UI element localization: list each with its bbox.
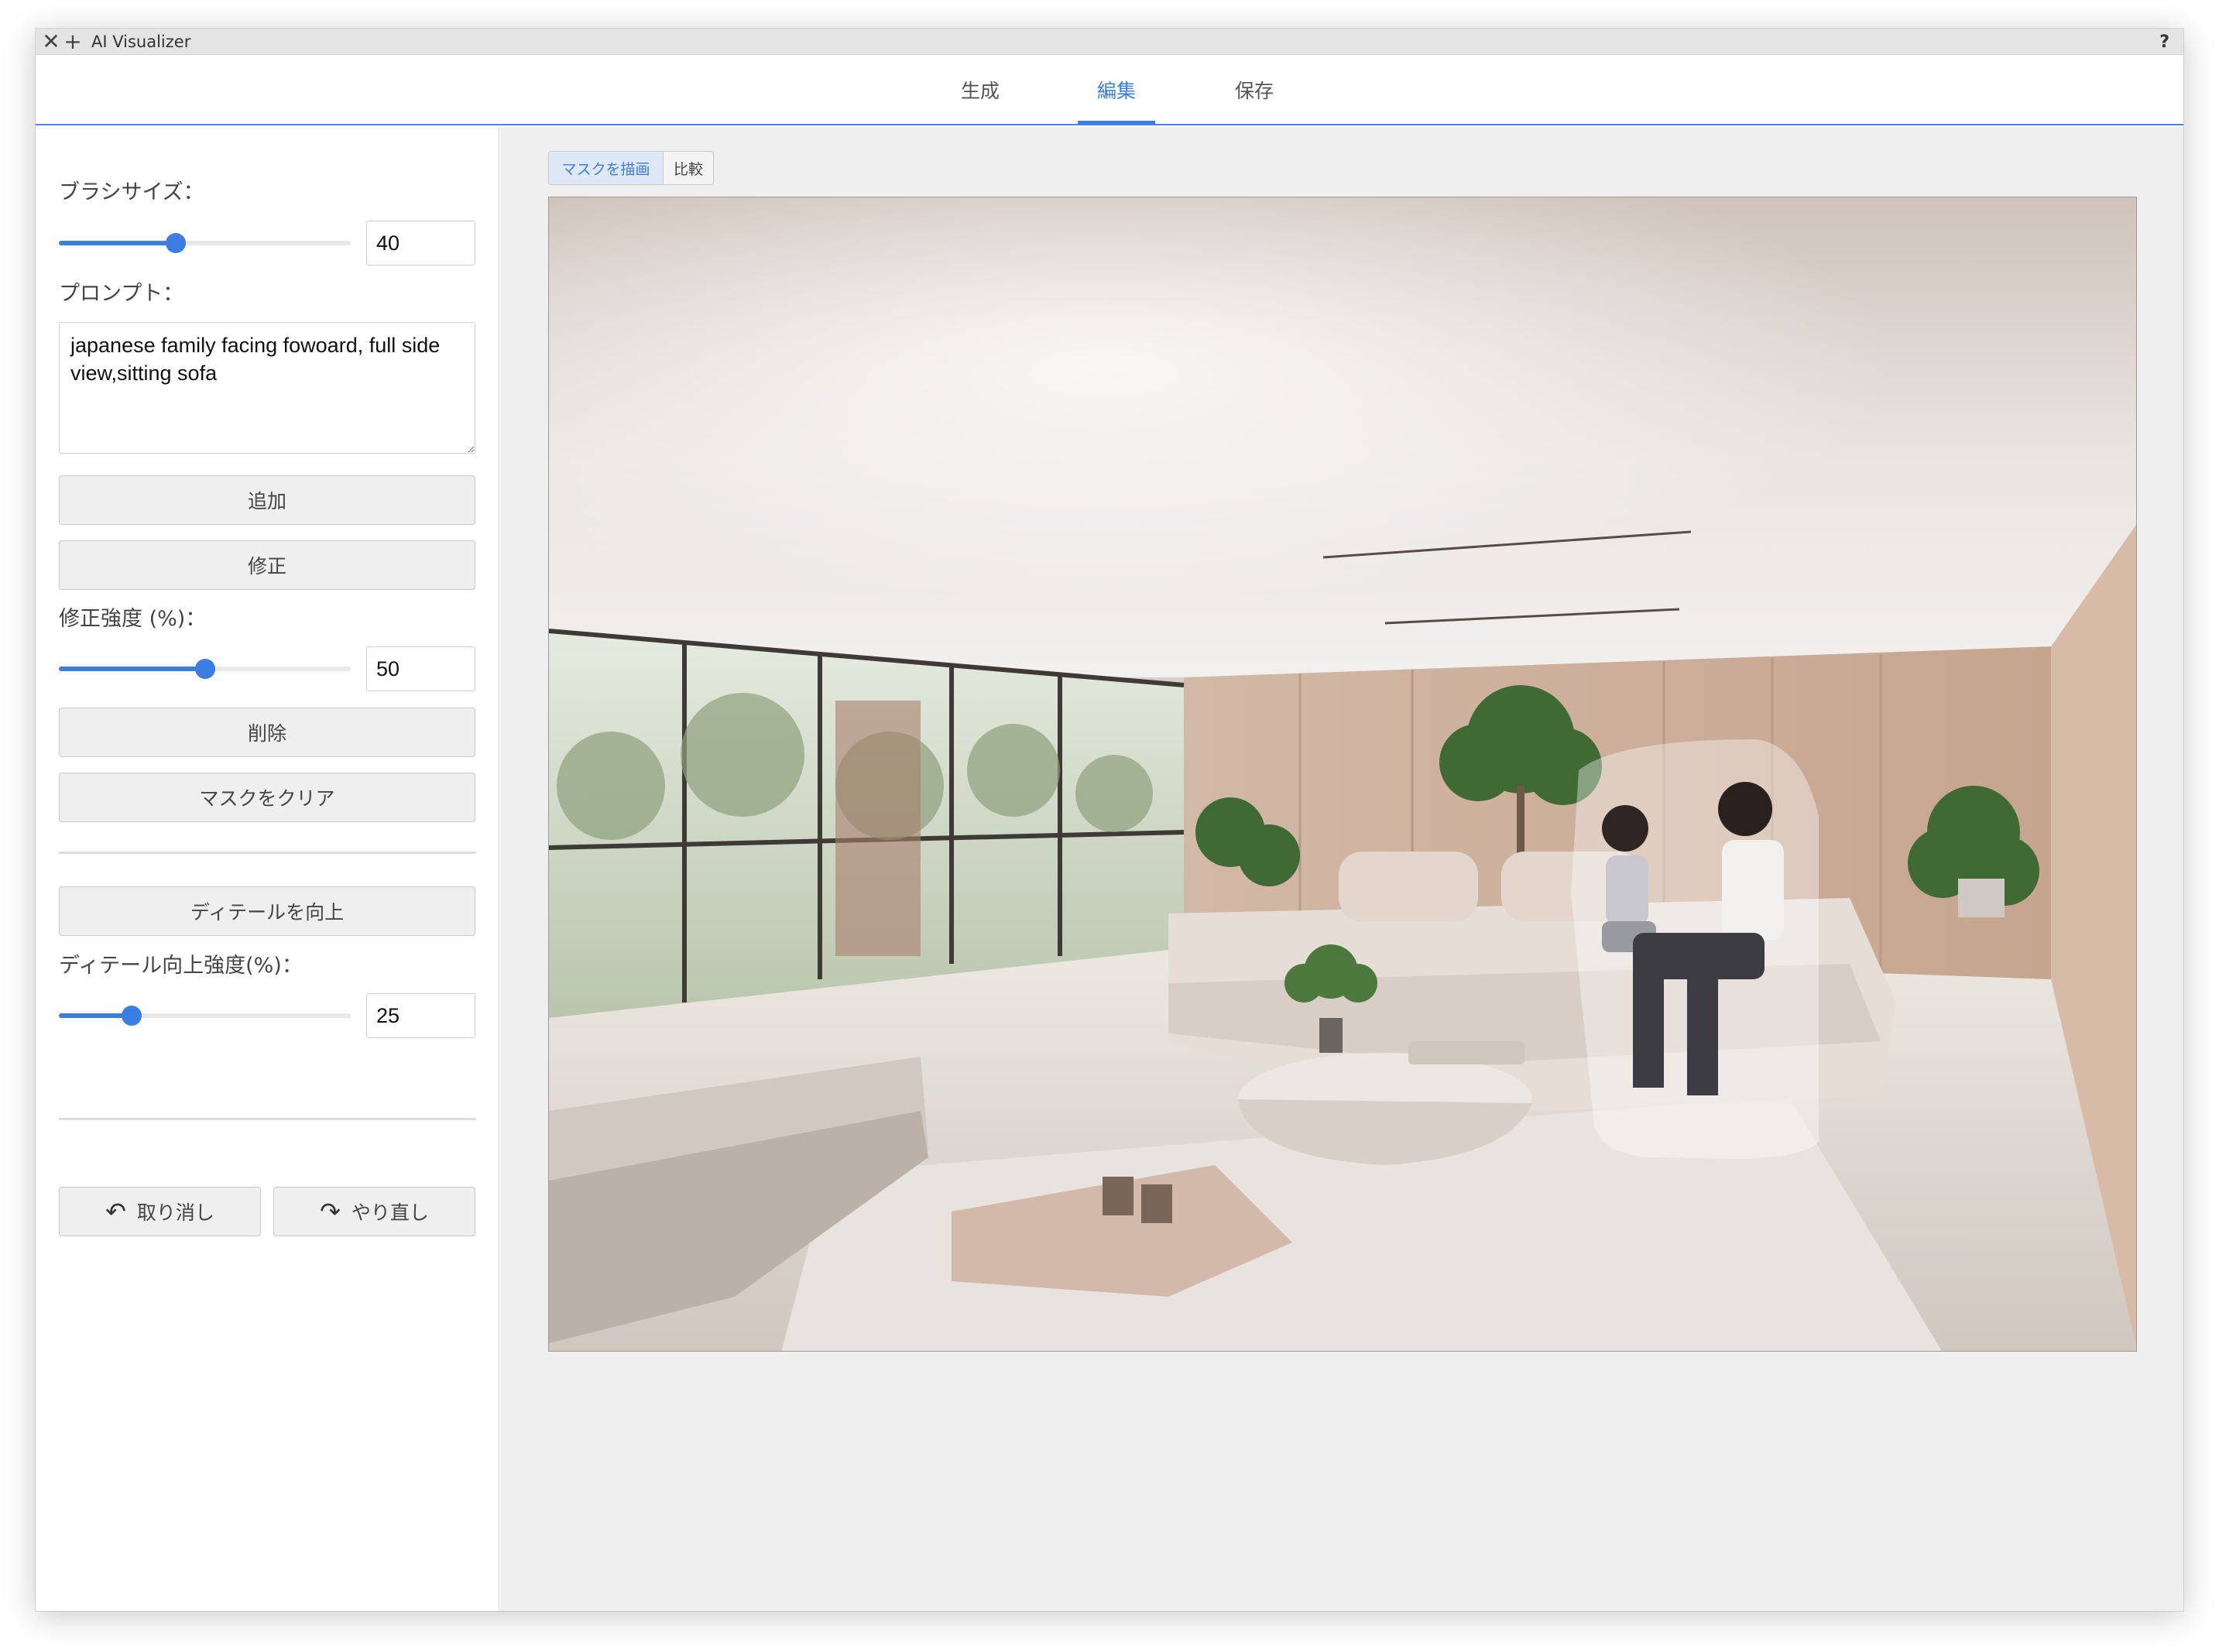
slider-thumb[interactable] bbox=[194, 659, 215, 679]
undo-button[interactable]: ↶ 取り消し bbox=[59, 1187, 261, 1236]
slider-thumb[interactable] bbox=[165, 233, 186, 253]
prompt-input[interactable]: japanese family facing fowoard, full sid… bbox=[59, 322, 475, 454]
redo-icon: ↷ bbox=[320, 1197, 341, 1226]
tab-save[interactable]: 保存 bbox=[1216, 55, 1293, 124]
add-button[interactable]: 追加 bbox=[59, 475, 475, 525]
brush-size-label: ブラシサイズ： bbox=[59, 180, 204, 204]
plus-icon[interactable]: + bbox=[62, 29, 84, 55]
undo-label: 取り消し bbox=[136, 1201, 214, 1224]
sidebar: ブラシサイズ： プロンプト： japanese family facing fo… bbox=[36, 127, 499, 1611]
enhance-strength-input[interactable] bbox=[366, 993, 475, 1038]
room-image bbox=[549, 197, 2136, 1351]
undo-icon: ↶ bbox=[105, 1197, 126, 1226]
redo-label: やり直し bbox=[351, 1201, 429, 1224]
divider bbox=[59, 1118, 475, 1120]
image-canvas[interactable] bbox=[548, 197, 2137, 1352]
strength-input[interactable] bbox=[366, 646, 475, 691]
mode-toggle: マスクを描画 比較 bbox=[548, 151, 714, 185]
draw-mask-toggle[interactable]: マスクを描画 bbox=[549, 152, 664, 184]
enhance-strength-label: ディテール向上強度(%)： bbox=[59, 954, 303, 978]
brush-size-input[interactable] bbox=[366, 221, 475, 266]
tab-generate[interactable]: 生成 bbox=[941, 55, 1019, 124]
strength-label: 修正強度 (%)： bbox=[59, 607, 207, 631]
prompt-label: プロンプト： bbox=[59, 282, 184, 306]
enhance-detail-button[interactable]: ディテールを向上 bbox=[59, 886, 475, 936]
window-title: AI Visualizer bbox=[91, 32, 191, 51]
close-icon[interactable]: ✕ bbox=[40, 29, 62, 55]
redo-button[interactable]: ↷ やり直し bbox=[273, 1187, 475, 1236]
app-window: ✕ + AI Visualizer ? 生成 編集 保存 ブラシサイズ： プロン… bbox=[36, 29, 2183, 1611]
slider-thumb[interactable] bbox=[122, 1006, 142, 1026]
help-button[interactable]: ? bbox=[2159, 29, 2169, 55]
main-area: マスクを描画 比較 bbox=[500, 127, 2183, 1611]
divider bbox=[59, 852, 475, 854]
delete-button[interactable]: 削除 bbox=[59, 708, 475, 757]
tab-edit[interactable]: 編集 bbox=[1078, 55, 1155, 124]
enhance-strength-slider[interactable] bbox=[59, 1003, 351, 1028]
brush-size-slider[interactable] bbox=[59, 231, 351, 255]
tab-bar: 生成 編集 保存 bbox=[36, 55, 2183, 125]
title-bar: ✕ + AI Visualizer ? bbox=[36, 29, 2183, 55]
modify-button[interactable]: 修正 bbox=[59, 540, 475, 590]
clear-mask-button[interactable]: マスクをクリア bbox=[59, 773, 475, 822]
compare-toggle[interactable]: 比較 bbox=[664, 152, 713, 184]
strength-slider[interactable] bbox=[59, 656, 351, 681]
